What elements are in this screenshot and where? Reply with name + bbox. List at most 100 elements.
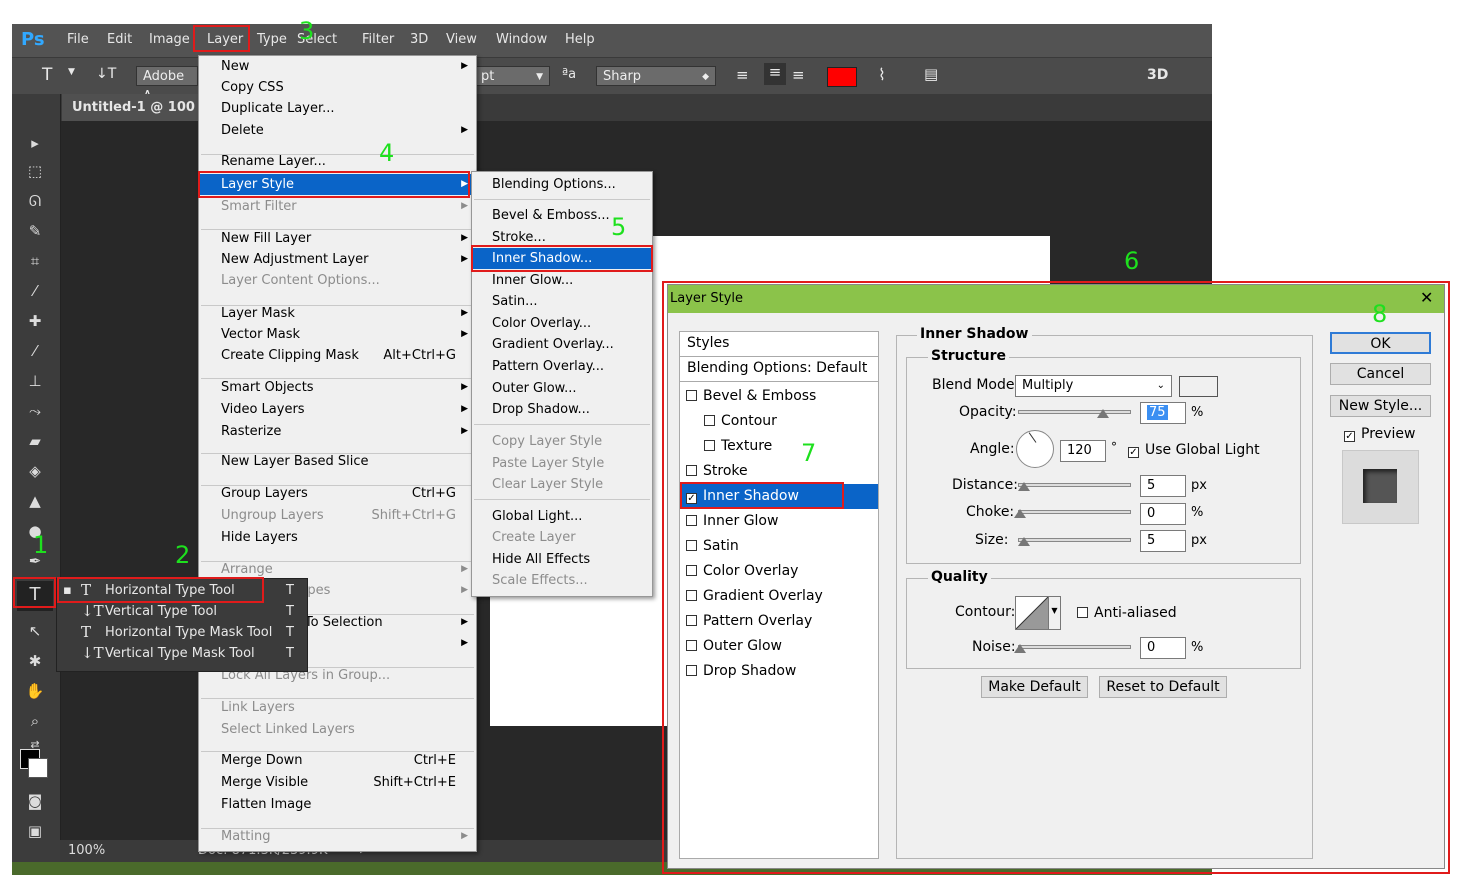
align-left-icon[interactable]: ≡ [736, 66, 749, 84]
flyout-item-horizontal-type-mask-tool[interactable]: T Horizontal Type Mask Tool T [57, 622, 307, 643]
zoom-tool-icon[interactable]: ⌕ [24, 710, 46, 732]
layer-menu-item-ungroup-layers[interactable]: Ungroup Layers Shift+Ctrl+G [199, 505, 476, 526]
quick-select-tool-icon[interactable]: ✎ [24, 220, 46, 242]
text-color-swatch[interactable] [827, 67, 857, 87]
layer-menu-item-new-layer-based-slice[interactable]: New Layer Based Slice [199, 451, 476, 472]
font-family-field[interactable]: Adobe A [136, 66, 198, 104]
layer-menu-item-smart-filter[interactable]: Smart Filter ▶ [199, 196, 476, 217]
layer-menu-item-duplicate-layer[interactable]: Duplicate Layer... [199, 98, 476, 119]
chevron-down-icon[interactable]: ▼ [68, 67, 75, 77]
submenu-arrow-icon: ▶ [461, 308, 468, 318]
menu-item-label: Rename Layer... [221, 154, 326, 169]
style-menu-item-create-layer[interactable]: Create Layer [472, 527, 652, 548]
layer-menu-item-hide-layers[interactable]: Hide Layers [199, 527, 476, 548]
style-menu-item-color-overlay[interactable]: Color Overlay... [472, 313, 652, 334]
marquee-tool-icon[interactable]: ⬚ [24, 160, 46, 182]
layer-menu-item-matting[interactable]: Matting ▶ [199, 826, 476, 847]
menu-filter[interactable]: Filter [362, 32, 394, 47]
menu-edit[interactable]: Edit [107, 32, 132, 47]
layer-menu-item-vector-mask[interactable]: Vector Mask ▶ [199, 324, 476, 345]
menu-item-label: Ungroup Layers [221, 508, 324, 523]
hand-tool-icon[interactable]: ✋ [24, 680, 46, 702]
3d-button[interactable]: 3D [1147, 67, 1168, 83]
layer-menu-item-new-adjustment-layer[interactable]: New Adjustment Layer ▶ [199, 249, 476, 270]
layer-menu-item-smart-objects[interactable]: Smart Objects ▶ [199, 377, 476, 398]
align-center-icon[interactable]: ≡ [764, 63, 786, 85]
layer-menu-item-rename-layer[interactable]: Rename Layer... [199, 151, 476, 172]
style-menu-item-hide-all-effects[interactable]: Hide All Effects [472, 549, 652, 570]
menu-item-label: Create Clipping Mask [221, 348, 359, 363]
paint-bucket-icon[interactable]: ◈ [24, 460, 46, 482]
style-menu-item-copy-layer-style[interactable]: Copy Layer Style [472, 431, 652, 452]
brush-tool-icon[interactable]: ⁄ [24, 340, 46, 362]
style-menu-item-inner-glow[interactable]: Inner Glow... [472, 270, 652, 291]
style-menu-item-pattern-overlay[interactable]: Pattern Overlay... [472, 356, 652, 377]
document-tab[interactable]: Untitled-1 @ 100 [62, 94, 205, 121]
layer-menu-item-merge-down[interactable]: Merge Down Ctrl+E [199, 750, 476, 771]
font-size-field[interactable]: pt ▼ [474, 66, 550, 86]
type-tool-icon[interactable]: T [42, 65, 52, 85]
warp-text-icon[interactable]: ⌇ [878, 65, 886, 84]
antialias-select[interactable]: Sharp ◆ [596, 66, 716, 86]
layer-menu-item-link-layers[interactable]: Link Layers [199, 697, 476, 718]
quick-mask-icon[interactable]: ◙ [24, 790, 46, 812]
type-tool-icon: ↓T [81, 602, 104, 620]
layer-menu-item-copy-css[interactable]: Copy CSS [199, 77, 476, 98]
stamp-tool-icon[interactable]: ⊥ [24, 370, 46, 392]
healing-brush-icon[interactable]: ✚ [24, 310, 46, 332]
chevron-updown-icon: ◆ [702, 72, 709, 82]
move-tool-icon[interactable]: ▸ [24, 132, 46, 154]
layer-menu-item-rasterize[interactable]: Rasterize ▶ [199, 421, 476, 442]
submenu-arrow-icon: ▶ [461, 831, 468, 841]
menu-window[interactable]: Window [496, 32, 547, 47]
layer-menu-item-layer-mask[interactable]: Layer Mask ▶ [199, 303, 476, 324]
layer-menu-item-group-layers[interactable]: Group Layers Ctrl+G [199, 483, 476, 504]
menu-type[interactable]: Type [257, 32, 287, 47]
menu-item-label: Merge Visible [221, 775, 309, 790]
menu-file[interactable]: File [67, 32, 89, 47]
layer-menu-item-video-layers[interactable]: Video Layers ▶ [199, 399, 476, 420]
style-menu-item-drop-shadow[interactable]: Drop Shadow... [472, 399, 652, 420]
layer-menu-item-create-clipping-mask[interactable]: Create Clipping Mask Alt+Ctrl+G [199, 345, 476, 366]
flyout-item-vertical-type-tool[interactable]: ↓T Vertical Type Tool T [57, 601, 307, 622]
menu-item-label: Hide Layers [221, 530, 298, 545]
screen-mode-icon[interactable]: ▣ [24, 820, 46, 842]
crop-tool-icon[interactable]: ⌗ [24, 250, 46, 272]
menu-3d[interactable]: 3D [410, 32, 428, 47]
shape-tool-icon[interactable]: ✱ [24, 650, 46, 672]
layer-menu-item-delete[interactable]: Delete ▶ [199, 120, 476, 141]
menu-item-label: New Layer Based Slice [221, 454, 369, 469]
layer-menu-item-select-linked-layers[interactable]: Select Linked Layers [199, 719, 476, 740]
style-menu-item-clear-layer-style[interactable]: Clear Layer Style [472, 474, 652, 495]
align-right-icon[interactable]: ≡ [792, 66, 805, 84]
flyout-item-label: Vertical Type Tool [105, 604, 218, 619]
text-orientation-icon[interactable]: ↓T [96, 66, 116, 82]
character-panel-icon[interactable]: ▤ [924, 65, 938, 83]
menu-view[interactable]: View [446, 32, 477, 47]
path-select-icon[interactable]: ↖ [24, 620, 46, 642]
layer-menu-item-flatten-image[interactable]: Flatten Image [199, 794, 476, 815]
menu-image[interactable]: Image [149, 32, 190, 47]
layer-menu-item-layer-content-options[interactable]: Layer Content Options... [199, 270, 476, 291]
style-menu-item-global-light[interactable]: Global Light... [472, 506, 652, 527]
style-menu-item-paste-layer-style[interactable]: Paste Layer Style [472, 453, 652, 474]
menu-item-shortcut: Ctrl+E [413, 753, 456, 768]
history-brush-icon[interactable]: ⤳ [24, 400, 46, 422]
background-color[interactable] [28, 758, 48, 778]
eyedropper-tool-icon[interactable]: ⁄ [24, 280, 46, 302]
lasso-tool-icon[interactable]: ᘏ [24, 190, 46, 212]
style-menu-item-scale-effects[interactable]: Scale Effects... [472, 570, 652, 591]
style-menu-item-outer-glow[interactable]: Outer Glow... [472, 378, 652, 399]
layer-menu-item-new-fill-layer[interactable]: New Fill Layer ▶ [199, 228, 476, 249]
flyout-item-vertical-type-mask-tool[interactable]: ↓T Vertical Type Mask Tool T [57, 643, 307, 664]
layer-menu-item-new[interactable]: New ▶ [199, 56, 476, 77]
menu-help[interactable]: Help [565, 32, 595, 47]
eraser-tool-icon[interactable]: ▰ [24, 430, 46, 452]
style-menu-item-gradient-overlay[interactable]: Gradient Overlay... [472, 334, 652, 355]
style-menu-item-satin[interactable]: Satin... [472, 291, 652, 312]
layer-menu-item-merge-visible[interactable]: Merge Visible Shift+Ctrl+E [199, 772, 476, 793]
blur-tool-icon[interactable]: ▲ [24, 490, 46, 512]
menu-item-label: Smart Objects [221, 380, 314, 395]
style-menu-item-blending-options[interactable]: Blending Options... [472, 174, 652, 195]
flyout-item-label: Horizontal Type Mask Tool [105, 625, 273, 640]
